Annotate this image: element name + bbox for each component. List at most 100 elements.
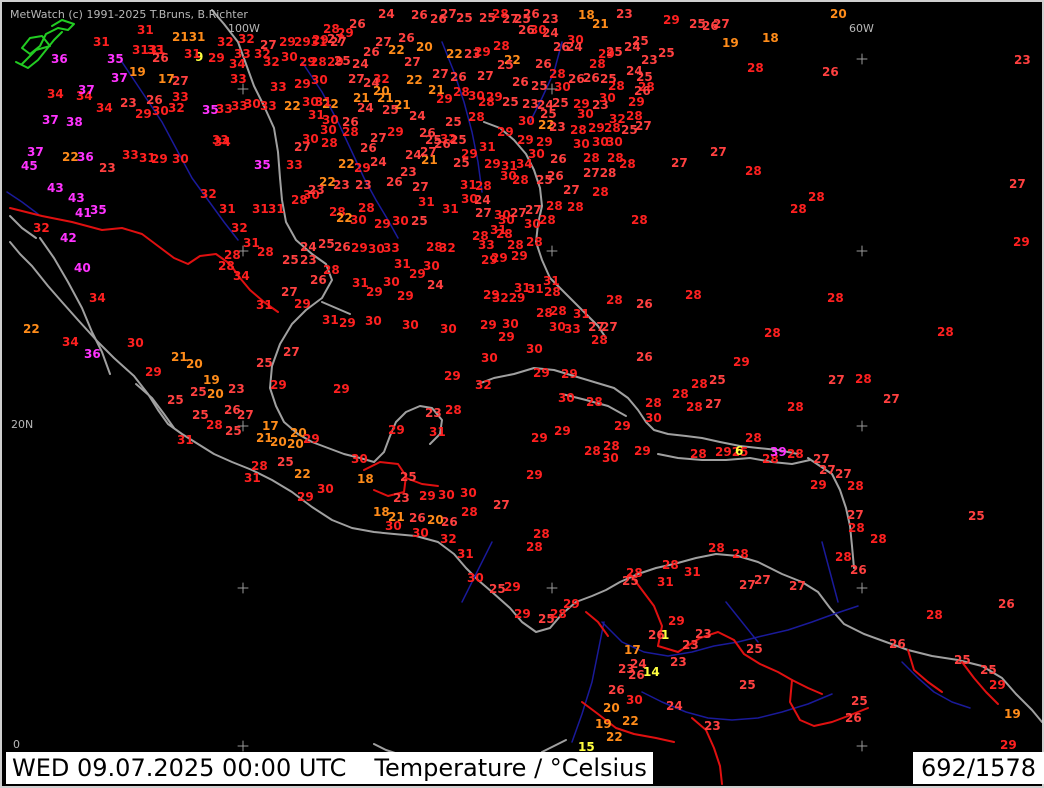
- temperature-label: 29: [628, 95, 645, 109]
- temperature-label: 29: [151, 152, 168, 166]
- temperature-label: 28: [533, 527, 550, 541]
- temperature-label: 28: [496, 227, 513, 241]
- temperature-label: 42: [60, 231, 77, 245]
- temperature-label: 28: [827, 291, 844, 305]
- temperature-label: 29: [486, 90, 503, 104]
- temperature-label: 27: [440, 7, 457, 21]
- footer-info: WED 09.07.2025 00:00 UTC Temperature / °C…: [6, 752, 653, 784]
- temperature-label: 25: [318, 237, 335, 251]
- temperature-label: 29: [484, 157, 501, 171]
- temperature-label: 31: [219, 202, 236, 216]
- temperature-label: 37: [27, 145, 44, 159]
- temperature-label: 29: [497, 125, 514, 139]
- temperature-label: 33: [564, 322, 581, 336]
- temperature-label: 26: [334, 240, 351, 254]
- temperature-label: 29: [294, 77, 311, 91]
- temperature-label: 30: [385, 519, 402, 533]
- temperature-label: 30: [365, 314, 382, 328]
- temperature-label: 31: [460, 178, 477, 192]
- temperature-label: 25: [225, 424, 242, 438]
- temperature-label: 28: [526, 540, 543, 554]
- temperature-label: 19: [129, 65, 146, 79]
- temperature-label: 28: [672, 387, 689, 401]
- temperature-label: 1: [661, 628, 669, 642]
- temperature-label: 31: [457, 547, 474, 561]
- temperature-label: 31: [184, 47, 201, 61]
- temperature-label: 28: [583, 151, 600, 165]
- temperature-label: 18: [373, 505, 390, 519]
- temperature-label: 22: [336, 211, 353, 225]
- temperature-label: 31: [442, 202, 459, 216]
- temperature-label: 30: [440, 322, 457, 336]
- temperature-label: 18: [762, 31, 779, 45]
- temperature-label: 30: [599, 91, 616, 105]
- temperature-label: 24: [542, 26, 559, 40]
- temperature-label: 31: [268, 202, 285, 216]
- datetime-label: WED 09.07.2025 00:00 UTC: [12, 754, 347, 782]
- temperature-label: 31: [315, 95, 332, 109]
- temperature-label: 28: [544, 285, 561, 299]
- temperature-label: 31: [657, 575, 674, 589]
- temperature-label: 28: [686, 400, 703, 414]
- lon-label-60w: 60W: [849, 22, 874, 35]
- temperature-label: 25: [450, 133, 467, 147]
- temperature-label: 28: [567, 200, 584, 214]
- temperature-label: 29: [1013, 235, 1030, 249]
- temperature-label: 26: [636, 350, 653, 364]
- temperature-label: 38: [66, 115, 83, 129]
- grid-cross: [237, 740, 249, 752]
- temperature-label: 29: [351, 241, 368, 255]
- temperature-label: 25: [382, 103, 399, 117]
- temperature-label: 28: [708, 541, 725, 555]
- temperature-label: 26: [450, 70, 467, 84]
- temperature-label: 26: [845, 711, 862, 725]
- temperature-label: 24: [409, 109, 426, 123]
- temperature-label: 26: [512, 75, 529, 89]
- temperature-label: 33: [230, 72, 247, 86]
- temperature-label: 43: [68, 191, 85, 205]
- temperature-label: 34: [62, 335, 79, 349]
- temperature-label: 35: [90, 203, 107, 217]
- temperature-label: 30: [602, 451, 619, 465]
- temperature-label: 25: [277, 455, 294, 469]
- temperature-label: 39: [770, 445, 787, 459]
- temperature-label: 20: [603, 701, 620, 715]
- temperature-label: 25: [190, 385, 207, 399]
- temperature-label: 28: [592, 185, 609, 199]
- temperature-label: 32: [168, 101, 185, 115]
- temperature-label: 24: [378, 7, 395, 21]
- temperature-label: 23: [549, 120, 566, 134]
- temperature-label: 26: [411, 8, 428, 22]
- temperature-label: 28: [662, 558, 679, 572]
- temperature-label: 28: [608, 79, 625, 93]
- temperature-label: 28: [626, 566, 643, 580]
- temperature-label: 6: [735, 444, 743, 458]
- temperature-label: 28: [589, 57, 606, 71]
- temperature-label: 23: [641, 53, 658, 67]
- temperature-label: 24: [370, 155, 387, 169]
- temperature-label: 26: [889, 637, 906, 651]
- temperature-label: 29: [668, 614, 685, 628]
- temperature-label: 23: [99, 161, 116, 175]
- temperature-label: 22: [338, 157, 355, 171]
- temperature-label: 29: [303, 432, 320, 446]
- temperature-label: 23: [616, 7, 633, 21]
- temperature-label: 31: [479, 140, 496, 154]
- temperature-label: 37: [42, 113, 59, 127]
- temperature-label: 23: [682, 638, 699, 652]
- temperature-label: 33: [212, 133, 229, 147]
- temperature-label: 30: [461, 192, 478, 206]
- temperature-label: 30: [368, 242, 385, 256]
- temperature-label: 25: [709, 373, 726, 387]
- temperature-label: 23: [300, 253, 317, 267]
- temperature-label: 20: [186, 357, 203, 371]
- temperature-label: 28: [584, 444, 601, 458]
- status-bar: WED 09.07.2025 00:00 UTC Temperature / °C…: [4, 752, 1044, 784]
- temperature-label: 23: [228, 382, 245, 396]
- temperature-label: 26: [608, 683, 625, 697]
- temperature-label: 30: [302, 132, 319, 146]
- temperature-label: 28: [926, 608, 943, 622]
- temperature-label: 23: [425, 406, 442, 420]
- temperature-label: 21: [592, 17, 609, 31]
- temperature-label: 29: [554, 424, 571, 438]
